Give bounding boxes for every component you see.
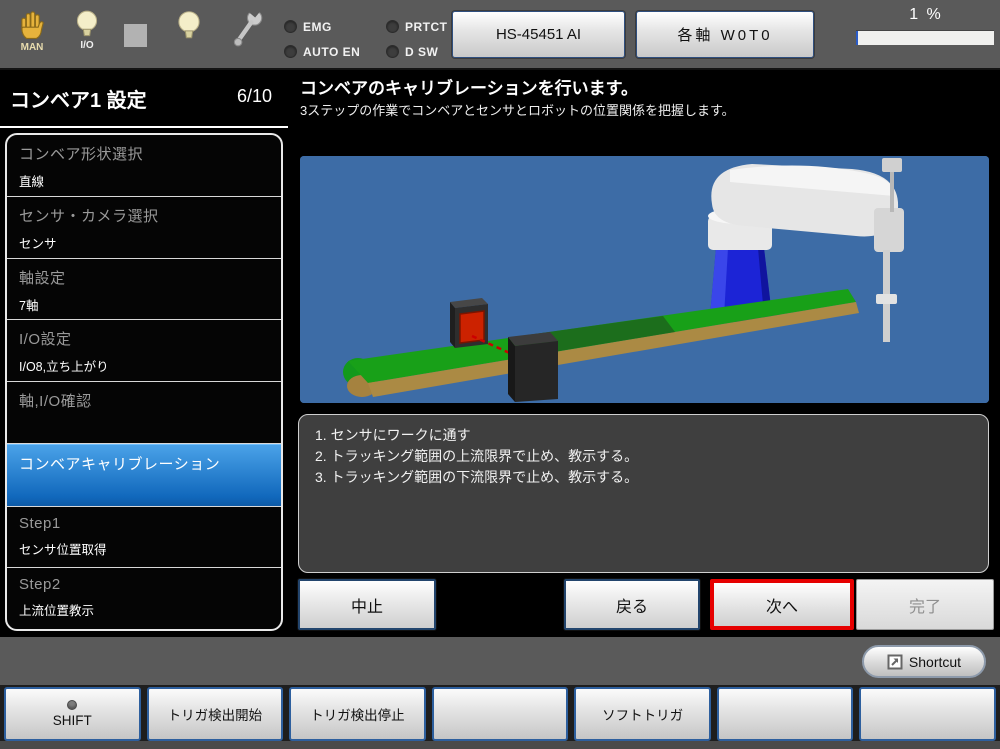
prtct-led-icon xyxy=(386,20,399,33)
led-d-sw: D SW xyxy=(386,41,448,62)
instruction-step-2: 2. トラッキング範囲の上流限界で止め、教示する。 xyxy=(315,448,639,464)
sidebar-item-conveyor-shape[interactable]: コンベア形状選択 直線 xyxy=(7,135,281,197)
teach-pendant-screen: MAN I/O EMG PRTCT AUTO EN D SW HS-45451 … xyxy=(0,0,1000,749)
fn-trigger-detect-stop-button[interactable]: トリガ検出停止 xyxy=(289,687,426,741)
manual-mode-label: MAN xyxy=(20,42,44,53)
sidebar-item-step2[interactable]: Step2 上流位置教示 xyxy=(7,568,281,629)
steps-instruction-box: 1. センサにワークに通す 2. トラッキング範囲の上流限界で止め、教示する。 … xyxy=(298,414,989,573)
instruction-subtitle: 3ステップの作業でコンベアとセンサとロボットの位置関係を把握します。 xyxy=(300,103,735,118)
fn-blank-button-2[interactable] xyxy=(716,687,854,741)
sidebar-header-divider xyxy=(0,126,288,128)
function-key-row: SHIFT トリガ検出開始 トリガ検出停止 ソフトトリガ xyxy=(0,685,1000,749)
d-sw-led-icon xyxy=(386,45,399,58)
sidebar-item-io-config[interactable]: I/O設定 I/O8,立ち上がり xyxy=(7,320,281,382)
bottom-edge xyxy=(0,741,1000,749)
sidebar-item-axis-config[interactable]: 軸設定 7軸 xyxy=(7,259,281,321)
bulb-icon xyxy=(178,11,200,39)
page-counter: 6/10 xyxy=(236,86,272,106)
top-status-bar: MAN I/O EMG PRTCT AUTO EN D SW HS-45451 … xyxy=(0,0,1000,70)
speed-percentage: 1 % xyxy=(909,6,943,23)
led-auto-en: AUTO EN xyxy=(284,41,376,62)
hand-icon xyxy=(21,11,44,39)
sidebar-item-step1[interactable]: Step1 センサ位置取得 xyxy=(7,507,281,569)
fn-blank-button-1[interactable] xyxy=(431,687,569,741)
status-led-grid: EMG PRTCT AUTO EN D SW xyxy=(284,16,448,62)
shortcut-button[interactable]: Shortcut xyxy=(862,645,986,678)
page-title: コンベア1 設定 xyxy=(10,90,147,112)
setup-steps-list: コンベア形状選択 直線 センサ・カメラ選択 センサ 軸設定 7軸 I/O設定 I… xyxy=(5,133,283,631)
sidebar-header: コンベア1 設定 6/10 xyxy=(0,70,288,126)
io-indicator: I/O xyxy=(70,8,104,51)
led-emg: EMG xyxy=(284,16,376,37)
fn-trigger-detect-start-button[interactable]: トリガ検出開始 xyxy=(146,687,284,741)
abort-button[interactable]: 中止 xyxy=(298,579,436,630)
lamp-indicator xyxy=(172,8,206,42)
fn-shift-button[interactable]: SHIFT xyxy=(4,687,141,741)
finish-button[interactable]: 完了 xyxy=(856,579,994,630)
calibration-illustration xyxy=(300,156,989,403)
robot-scene xyxy=(300,156,989,403)
sidebar-item-axis-io-check[interactable]: 軸,I/O確認 xyxy=(7,382,281,444)
instruction-step-3: 3. トラッキング範囲の下流限界で止め、教示する。 xyxy=(315,469,639,485)
led-prtct: PRTCT xyxy=(386,16,448,37)
shortcut-icon xyxy=(887,654,903,669)
speed-display: 1 % xyxy=(856,6,996,45)
manual-mode-indicator: MAN xyxy=(14,8,50,53)
sidebar-item-conveyor-calibration[interactable]: コンベアキャリブレーション xyxy=(7,443,281,507)
coordinate-mode-button[interactable]: 各軸 W0T0 xyxy=(636,11,814,58)
auto-en-led-icon xyxy=(284,45,297,58)
fn-blank-button-3[interactable] xyxy=(859,687,997,741)
speed-progress-bar xyxy=(856,30,994,45)
next-button[interactable]: 次へ xyxy=(710,579,854,630)
maintenance-indicator xyxy=(228,8,268,52)
back-button[interactable]: 戻る xyxy=(564,579,700,630)
shortcut-strip: Shortcut xyxy=(0,637,1000,685)
fn-soft-trigger-button[interactable]: ソフトトリガ xyxy=(574,687,711,741)
shift-led-icon xyxy=(67,700,78,710)
speed-progress-fill xyxy=(856,31,858,45)
instruction-step-1: 1. センサにワークに通す xyxy=(315,427,471,443)
io-label: I/O xyxy=(80,40,94,51)
wrench-icon xyxy=(233,8,263,47)
shortcut-label: Shortcut xyxy=(908,653,962,670)
instruction-title: コンベアのキャリブレーションを行います。 xyxy=(300,79,638,98)
sidebar-item-sensor-camera[interactable]: センサ・カメラ選択 センサ xyxy=(7,197,281,259)
io-bulb-icon xyxy=(76,10,98,37)
emg-led-icon xyxy=(284,20,297,33)
square-indicator-icon xyxy=(124,24,147,47)
robot-model-button[interactable]: HS-45451 AI xyxy=(452,11,625,58)
